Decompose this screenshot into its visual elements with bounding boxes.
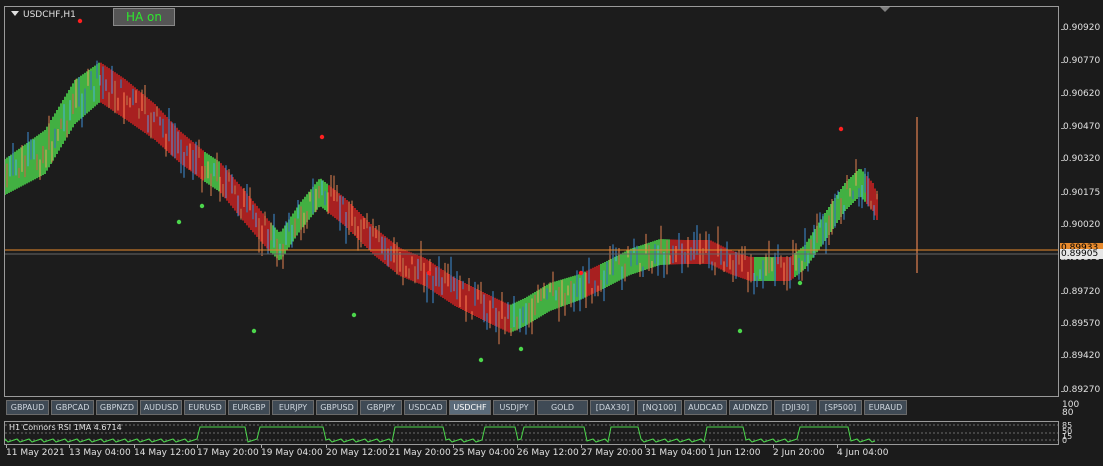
price-chart[interactable]: USDCHF,H1 HA on — [4, 6, 1059, 397]
buy-signal-dot — [199, 203, 205, 209]
chart-title: USDCHF,H1 — [23, 10, 76, 20]
symbol-tab-usdcad[interactable]: USDCAD — [404, 400, 447, 415]
ha-toggle-button[interactable]: HA on — [113, 8, 175, 26]
time-axis: 11 May 2021 13 May 04:00 14 May 12:00 17 Ma… — [4, 445, 1059, 462]
time-tick-label: 21 May 20:00 — [389, 445, 451, 458]
symbol-tab-nq100[interactable]: [NQ100] — [637, 400, 682, 415]
symbol-tab-dji30[interactable]: [DJI30] — [774, 400, 817, 415]
time-tick-label: 2 Jun 20:00 — [773, 445, 825, 458]
rsi-axis-top-label-2: 80 — [1062, 408, 1074, 418]
sell-signal-dot — [426, 270, 432, 276]
price-tick-label: 0.90770 — [1060, 56, 1101, 66]
time-tick-label: 1 Jun 12:00 — [709, 445, 761, 458]
price-tick-label: 0.89570 — [1060, 319, 1101, 329]
buy-signal-dot — [797, 280, 803, 286]
symbol-tab-gbpusd[interactable]: GBPUSD — [316, 400, 358, 415]
buy-signal-dot — [518, 346, 524, 352]
time-tick-label: 4 Jun 04:00 — [837, 445, 889, 458]
symbol-tab-usdchf[interactable]: USDCHF — [449, 400, 491, 415]
price-tick-label: 0.90020 — [1060, 220, 1101, 230]
trading-terminal: USDCHF,H1 HA on 0.90920 0.90770 0.90620 0.9… — [0, 0, 1103, 466]
symbol-tab-sp500[interactable]: [SP500] — [819, 400, 862, 415]
time-tick-label: 13 May 04:00 — [69, 445, 131, 458]
time-tick-label: 25 May 04:00 — [453, 445, 515, 458]
time-tick-label: 31 May 04:00 — [645, 445, 707, 458]
symbol-tabs-bar: GBPAUD GBPCAD GBPNZD AUDUSD EURUSD EURGBP EURJ… — [4, 399, 1059, 417]
sell-signal-dot — [578, 270, 584, 276]
sell-signal-dot — [319, 134, 325, 140]
symbol-tab-dax30[interactable]: [DAX30] — [590, 400, 635, 415]
price-tick-label: 0.90620 — [1060, 89, 1101, 99]
symbol-tab-audusd[interactable]: AUDUSD — [140, 400, 182, 415]
rsi-canvas — [5, 424, 1058, 444]
symbol-tab-eurjpy[interactable]: EURJPY — [272, 400, 314, 415]
buy-signal-dot — [351, 312, 357, 318]
buy-signal-dot — [737, 328, 743, 334]
chart-shift-marker-icon[interactable] — [880, 7, 890, 12]
buy-signal-dot — [251, 328, 257, 334]
price-tick-label: 0.90175 — [1060, 188, 1101, 198]
price-chart-canvas — [5, 18, 1058, 363]
current-price-label: 0.89905 — [1060, 249, 1103, 259]
symbol-tab-eurgbp[interactable]: EURGBP — [228, 400, 270, 415]
sell-signal-dot — [838, 126, 844, 132]
symbol-tab-audnzd[interactable]: AUDNZD — [729, 400, 772, 415]
time-tick-label: 20 May 12:00 — [326, 445, 388, 458]
rsi-indicator-panel[interactable]: H1 Connors RSI 1MA 4.6714 — [4, 421, 1059, 445]
price-tick-label: 0.89270 — [1060, 385, 1101, 395]
time-tick-label: 19 May 04:00 — [261, 445, 323, 458]
chart-menu-triangle-icon[interactable] — [11, 11, 19, 16]
price-tick-label: 0.89720 — [1060, 287, 1101, 297]
symbol-tab-gbpnzd[interactable]: GBPNZD — [96, 400, 138, 415]
price-tick-label: 0.90920 — [1060, 23, 1101, 33]
rsi-title: H1 Connors RSI 1MA 4.6714 — [9, 423, 122, 432]
chart-symbol-label: USDCHF,H1 — [11, 10, 76, 20]
rsi-level-label: 0 — [1062, 436, 1068, 445]
symbol-tab-gbpaud[interactable]: GBPAUD — [6, 400, 49, 415]
symbol-tab-gbpjpy[interactable]: GBPJPY — [360, 400, 402, 415]
price-tick-label: 0.90320 — [1060, 154, 1101, 164]
price-axis: 0.90920 0.90770 0.90620 0.90470 0.90320 0.901… — [1059, 6, 1103, 397]
buy-signal-dot — [478, 357, 484, 363]
symbol-tab-audcad[interactable]: AUDCAD — [684, 400, 727, 415]
buy-signal-dot — [176, 219, 182, 225]
sell-signal-dot — [77, 18, 83, 24]
price-tick-label: 0.90470 — [1060, 122, 1101, 132]
rsi-axis: 85 50 15 0 — [1059, 421, 1103, 445]
symbol-tab-eurusd[interactable]: EURUSD — [184, 400, 226, 415]
symbol-tab-gold[interactable]: GOLD — [537, 400, 588, 415]
price-tick-label: 0.89420 — [1060, 351, 1101, 361]
symbol-tab-euraud[interactable]: EURAUD — [864, 400, 907, 415]
time-tick-label: 26 May 12:00 — [517, 445, 579, 458]
time-tick-label: 27 May 20:00 — [581, 445, 643, 458]
time-tick-label: 11 May 2021 — [6, 445, 65, 458]
time-tick-label: 14 May 12:00 — [134, 445, 196, 458]
symbol-tab-usdjpy[interactable]: USDJPY — [493, 400, 535, 415]
symbol-tab-gbpcad[interactable]: GBPCAD — [51, 400, 94, 415]
rsi-line — [5, 426, 876, 444]
time-tick-label: 17 May 20:00 — [197, 445, 259, 458]
